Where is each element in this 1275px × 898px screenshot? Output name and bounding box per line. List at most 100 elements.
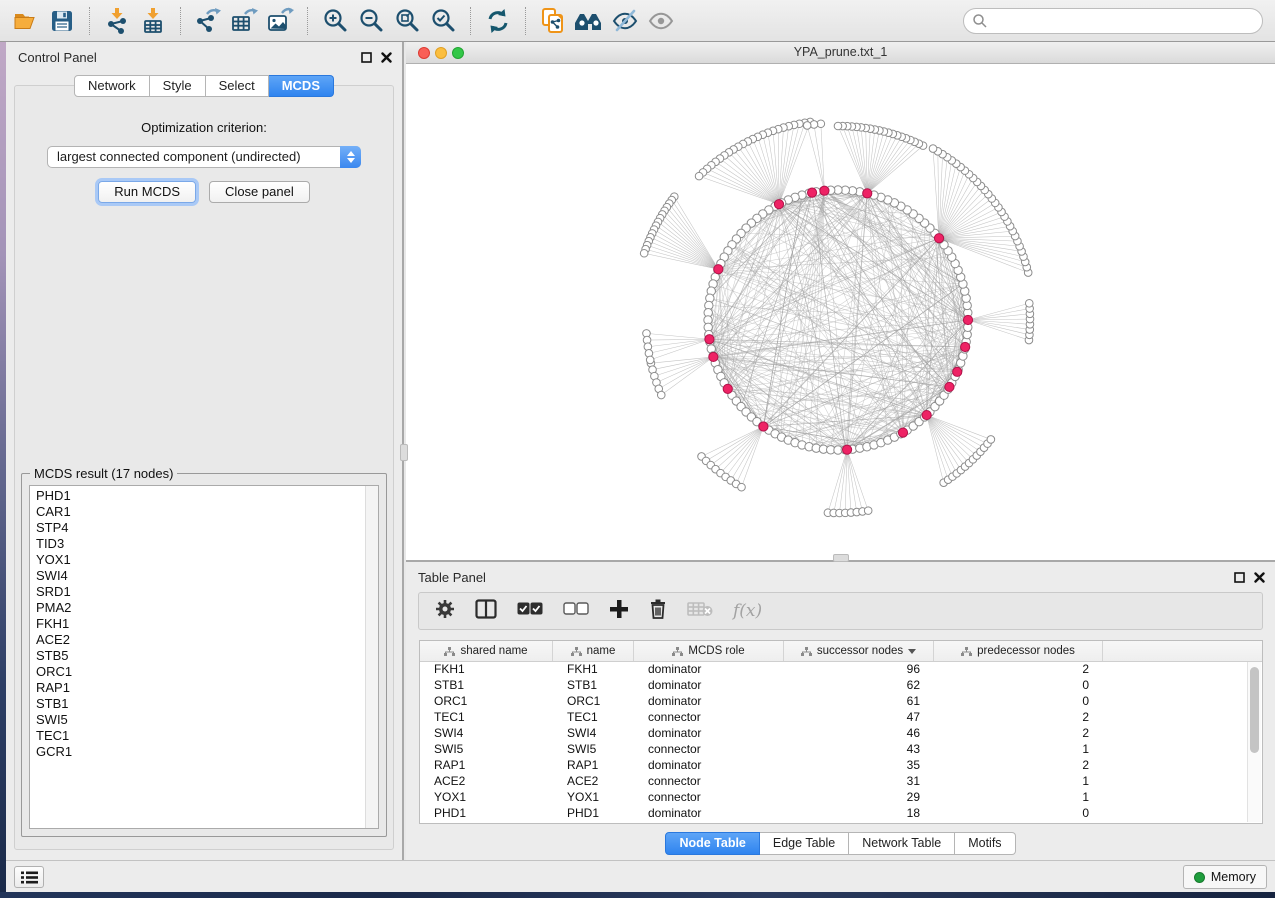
tab-mcds[interactable]: MCDS — [269, 75, 334, 97]
search-input[interactable] — [963, 8, 1263, 34]
mcds-result-item[interactable]: CAR1 — [36, 504, 364, 520]
column-header-successor-nodes[interactable]: successor nodes — [784, 641, 934, 661]
network-window-titlebar[interactable]: YPA_prune.txt_1 — [406, 42, 1275, 64]
network-node[interactable] — [738, 483, 746, 491]
network-node[interactable] — [987, 436, 995, 444]
table-tab-network-table[interactable]: Network Table — [849, 832, 955, 855]
network-node[interactable] — [864, 507, 872, 515]
mcds-hub-node[interactable] — [961, 342, 970, 351]
table-row[interactable]: STB1STB1dominator620 — [420, 677, 1248, 693]
mcds-hub-node[interactable] — [945, 382, 954, 391]
hide-selected-icon[interactable] — [607, 5, 643, 37]
mcds-hub-node[interactable] — [705, 335, 714, 344]
mcds-result-item[interactable]: TEC1 — [36, 728, 364, 744]
table-row[interactable]: FKH1FKH1dominator962 — [420, 661, 1248, 677]
delete-table-icon[interactable] — [687, 600, 713, 623]
column-header-shared-name[interactable]: shared name — [420, 641, 553, 661]
refresh-icon[interactable] — [480, 5, 516, 37]
task-history-button[interactable] — [14, 866, 44, 888]
tab-select[interactable]: Select — [206, 75, 269, 97]
save-session-icon[interactable] — [44, 5, 80, 37]
select-all-icon[interactable] — [517, 602, 543, 620]
export-network-icon[interactable] — [190, 5, 226, 37]
column-header-predecessor-nodes[interactable]: predecessor nodes — [934, 641, 1103, 661]
mcds-result-item[interactable]: SWI5 — [36, 712, 364, 728]
gear-icon[interactable] — [435, 599, 455, 624]
tab-network[interactable]: Network — [74, 75, 150, 97]
export-image-icon[interactable] — [262, 5, 298, 37]
mcds-hub-node[interactable] — [820, 186, 829, 195]
copy-network-icon[interactable] — [535, 5, 571, 37]
table-row[interactable]: SWI5SWI5connector431 — [420, 741, 1248, 757]
zoom-selected-icon[interactable] — [425, 5, 461, 37]
open-session-icon[interactable] — [8, 5, 44, 37]
mcds-hub-node[interactable] — [863, 189, 872, 198]
delete-column-icon[interactable] — [649, 598, 667, 624]
table-tab-node-table[interactable]: Node Table — [665, 832, 759, 855]
network-node[interactable] — [657, 391, 665, 399]
mcds-result-item[interactable]: SRD1 — [36, 584, 364, 600]
mcds-result-item[interactable]: STB5 — [36, 648, 364, 664]
mcds-hub-node[interactable] — [774, 200, 783, 209]
table-row[interactable]: RAP1RAP1dominator352 — [420, 757, 1248, 773]
mcds-hub-node[interactable] — [709, 352, 718, 361]
function-builder-icon[interactable]: f(x) — [733, 601, 762, 621]
mcds-hub-node[interactable] — [934, 234, 943, 243]
export-table-icon[interactable] — [226, 5, 262, 37]
float-panel-icon[interactable] — [1234, 570, 1245, 588]
network-node[interactable] — [803, 122, 811, 130]
table-scrollbar-thumb[interactable] — [1250, 667, 1259, 753]
mcds-result-item[interactable]: PMA2 — [36, 600, 364, 616]
mcds-hub-node[interactable] — [842, 445, 851, 454]
mcds-result-item[interactable]: ACE2 — [36, 632, 364, 648]
network-node[interactable] — [1025, 299, 1033, 307]
search-network-icon[interactable] — [571, 5, 607, 37]
column-header-MCDS-role[interactable]: MCDS role — [634, 641, 784, 661]
table-tab-motifs[interactable]: Motifs — [955, 832, 1015, 855]
mcds-result-item[interactable]: SWI4 — [36, 568, 364, 584]
zoom-out-icon[interactable] — [353, 5, 389, 37]
network-canvas[interactable] — [406, 64, 1275, 560]
mcds-result-item[interactable]: STB1 — [36, 696, 364, 712]
horizontal-splitter-handle[interactable] — [833, 554, 849, 562]
add-column-icon[interactable] — [609, 599, 629, 624]
mcds-result-item[interactable]: RAP1 — [36, 680, 364, 696]
mcds-result-item[interactable]: PHD1 — [36, 488, 364, 504]
import-table-icon[interactable] — [135, 5, 171, 37]
mcds-result-item[interactable]: GCR1 — [36, 744, 364, 760]
zoom-in-icon[interactable] — [317, 5, 353, 37]
mcds-result-item[interactable]: ORC1 — [36, 664, 364, 680]
table-row[interactable]: PHD1PHD1dominator180 — [420, 805, 1248, 821]
mcds-hub-node[interactable] — [714, 265, 723, 274]
show-all-icon[interactable] — [643, 5, 679, 37]
mcds-hub-node[interactable] — [953, 367, 962, 376]
mcds-list-scrollbar[interactable] — [365, 486, 378, 828]
network-node[interactable] — [646, 356, 654, 364]
mcds-result-item[interactable]: FKH1 — [36, 616, 364, 632]
mcds-hub-node[interactable] — [963, 315, 972, 324]
mcds-hub-node[interactable] — [922, 410, 931, 419]
network-node[interactable] — [834, 122, 842, 130]
table-row[interactable]: SWI4SWI4dominator462 — [420, 725, 1248, 741]
float-panel-icon[interactable] — [361, 50, 372, 68]
memory-button[interactable]: Memory — [1183, 865, 1267, 889]
run-mcds-button[interactable]: Run MCDS — [98, 181, 196, 203]
mcds-hub-node[interactable] — [723, 384, 732, 393]
vertical-splitter-handle[interactable] — [400, 444, 408, 461]
deselect-all-icon[interactable] — [563, 602, 589, 620]
network-node[interactable] — [640, 249, 648, 257]
table-row[interactable]: YOX1YOX1connector291 — [420, 789, 1248, 805]
close-panel-button[interactable]: Close panel — [209, 181, 310, 203]
mcds-hub-node[interactable] — [898, 428, 907, 437]
mcds-result-item[interactable]: YOX1 — [36, 552, 364, 568]
mcds-result-item[interactable]: TID3 — [36, 536, 364, 552]
import-network-icon[interactable] — [99, 5, 135, 37]
columns-icon[interactable] — [475, 599, 497, 624]
network-node[interactable] — [929, 145, 937, 153]
table-row[interactable]: ORC1ORC1dominator610 — [420, 693, 1248, 709]
network-graph[interactable] — [406, 64, 1275, 560]
column-header-name[interactable]: name — [553, 641, 634, 661]
table-scrollbar[interactable] — [1247, 662, 1261, 822]
tab-style[interactable]: Style — [150, 75, 206, 97]
close-panel-icon[interactable] — [1254, 570, 1265, 588]
